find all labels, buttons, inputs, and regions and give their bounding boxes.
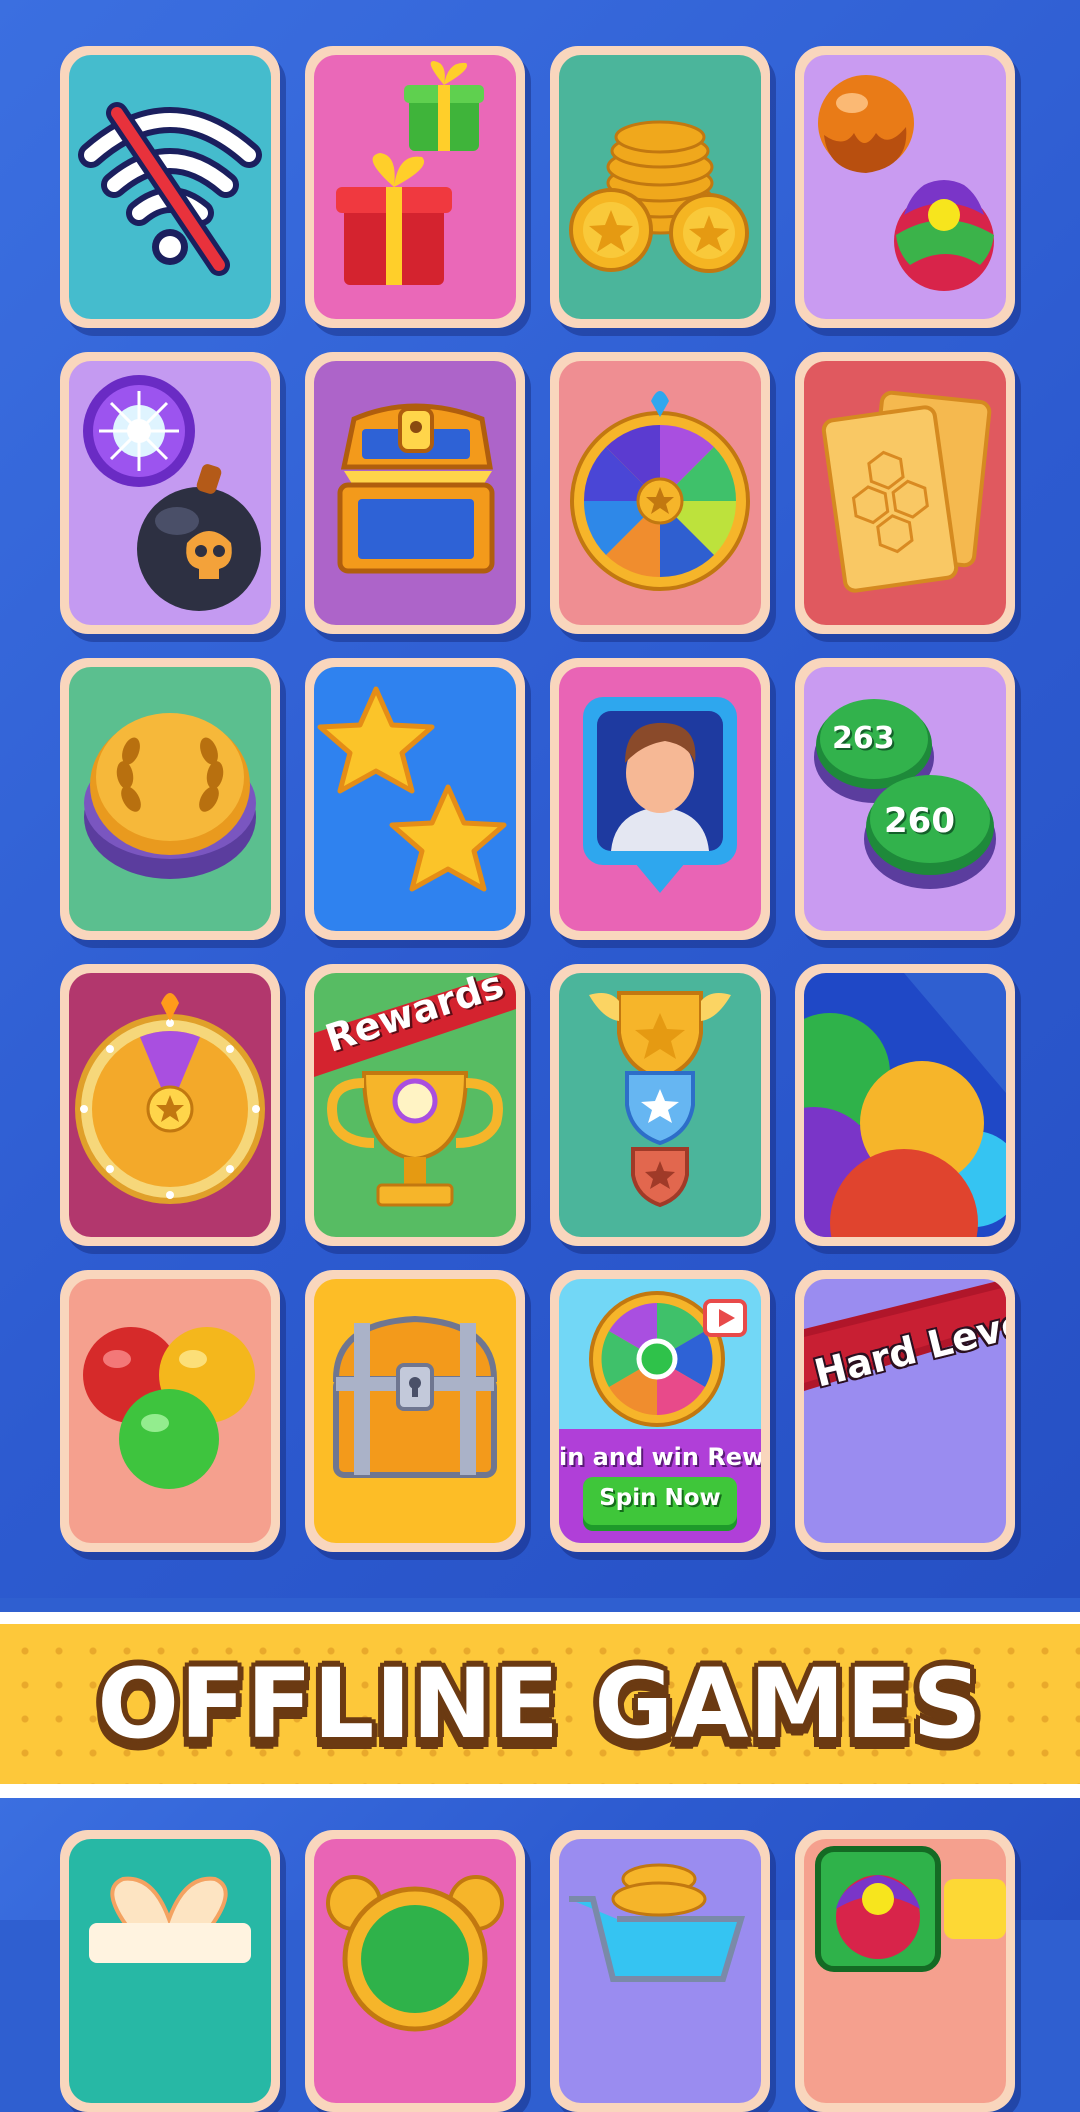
ball-number-label: 260	[884, 801, 955, 841]
ball-frame-icon	[815, 1846, 1006, 1972]
stacked-balls-icon	[804, 973, 1006, 1237]
offline-games-banner: OFFLINE GAMES	[0, 1624, 1080, 1784]
tile-ball-frame[interactable]	[795, 1830, 1015, 2112]
banner-title: OFFLINE GAMES	[97, 1648, 983, 1760]
tile-no-wifi[interactable]	[60, 46, 280, 328]
no-wifi-icon	[78, 102, 262, 276]
tile-treasure-chest-open[interactable]	[305, 352, 525, 634]
tile-hard-level[interactable]: Hard Leve	[795, 1270, 1015, 1552]
tile-gift-bow[interactable]	[60, 1830, 280, 2112]
gift-boxes-icon	[336, 61, 484, 285]
tile-prize-wheel[interactable]	[550, 352, 770, 634]
tile-rank-badges[interactable]	[550, 964, 770, 1246]
two-stars-icon	[317, 686, 507, 892]
prize-wheel-icon	[570, 391, 750, 591]
lightning-orb-bomb-icon	[83, 375, 261, 611]
color-balls-icon	[818, 75, 994, 291]
tile-lucky-wheel[interactable]	[60, 964, 280, 1246]
tile-rewards-trophy[interactable]: Rewards	[305, 964, 525, 1246]
tile-color-balls[interactable]	[795, 46, 1015, 328]
profile-avatar-icon	[583, 697, 737, 893]
hex-cards-icon	[821, 390, 992, 593]
tile-gift-boxes[interactable]	[305, 46, 525, 328]
tile-spin-now-ad[interactable]: in and win Rewa Spin Now	[550, 1270, 770, 1552]
treasure-chest-closed-icon	[332, 1315, 498, 1478]
coin-cart-icon	[569, 1863, 746, 1982]
tile-laurel-button[interactable]	[60, 658, 280, 940]
rgb-balls-icon	[83, 1327, 255, 1489]
gold-coins-icon	[569, 120, 749, 273]
laurel-button-icon	[84, 713, 256, 879]
gift-bow-icon	[89, 1876, 251, 1963]
tile-alarm-clock[interactable]	[305, 1830, 525, 2112]
tile-numbered-balls[interactable]: 263 260	[795, 658, 1015, 940]
tile-hex-cards[interactable]	[795, 352, 1015, 634]
tile-gold-coins[interactable]	[550, 46, 770, 328]
ball-number-label: 263	[832, 721, 895, 756]
tile-treasure-chest-closed[interactable]	[305, 1270, 525, 1552]
tile-rgb-balls[interactable]	[60, 1270, 280, 1552]
spin-now-button[interactable]: Spin Now	[583, 1485, 737, 1511]
alarm-clock-icon	[326, 1875, 504, 2032]
spin-promo-text: in and win Rewa	[559, 1443, 761, 1471]
tile-grid-panel: 263 260 Rewards in and win Rewa Spin Now…	[0, 0, 1080, 1598]
lucky-wheel-icon	[75, 993, 265, 1204]
tile-stacked-balls[interactable]	[795, 964, 1015, 1246]
rank-badges-icon	[589, 991, 731, 1208]
treasure-chest-open-icon	[337, 403, 495, 574]
tile-lightning-orb-bomb[interactable]	[60, 352, 280, 634]
bottom-tile-panel	[0, 1798, 1080, 2112]
tile-two-stars[interactable]	[305, 658, 525, 940]
numbered-balls-icon	[814, 699, 996, 889]
tile-coin-cart[interactable]	[550, 1830, 770, 2112]
tile-profile-avatar[interactable]	[550, 658, 770, 940]
